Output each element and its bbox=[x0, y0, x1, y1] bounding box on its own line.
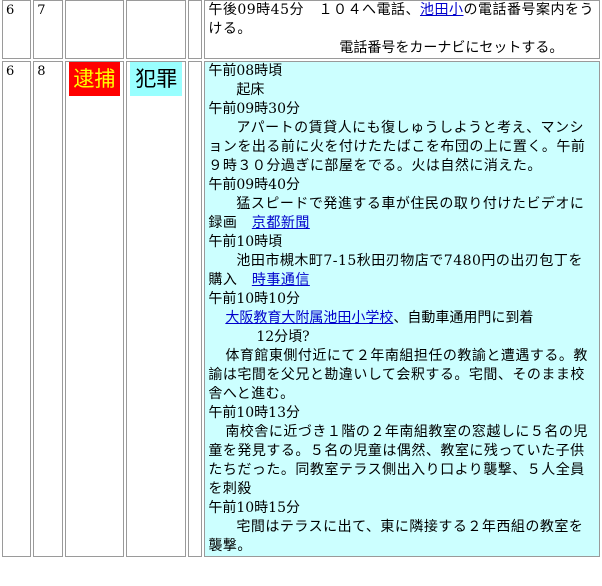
time-label: 午前10時15分 bbox=[208, 500, 300, 516]
crime-tag: 犯罪 bbox=[130, 62, 183, 96]
event-text-body: 、自動車通用門に到着 bbox=[393, 310, 534, 326]
arrest-tag: 逮捕 bbox=[68, 62, 121, 96]
entry-line: 電話番号をカーナビにセットする。 bbox=[339, 40, 564, 56]
event-text: 猛スピードで発進する車が住民の取り付けたビデオに録画 京都新聞 bbox=[208, 195, 596, 233]
cell-entry: 午前08時頃 起床 午前09時30分 アパートの賃貸人にも復しゅうしようと考え、… bbox=[204, 61, 600, 557]
cell-entry: 午後09時45分 １０４へ電話、池田小の電話番号案内をうける。 電話番号をカーナ… bbox=[204, 0, 600, 59]
timeline-table: 6 7 午後09時45分 １０４へ電話、池田小の電話番号案内をうける。 電話番号… bbox=[0, 0, 602, 559]
cell-month: 6 bbox=[2, 0, 32, 59]
cell-tag-empty bbox=[126, 0, 187, 59]
cell-blank bbox=[188, 0, 203, 59]
event-text: 起床 bbox=[236, 82, 265, 98]
source-link[interactable]: 時事通信 bbox=[252, 272, 310, 288]
event-text: 体育館東側付近にて２年南組担任の教諭と遭遇する。教諭は宅間を父兄と勘違いして会釈… bbox=[208, 348, 588, 402]
time-label: 午前10時頃 bbox=[208, 234, 283, 250]
event-subtime: 12分頃? bbox=[256, 329, 310, 345]
event-text: 宅間はテラスに出て、東に隣接する２年西組の教室を襲撃。 bbox=[208, 519, 584, 554]
entry-link[interactable]: 池田小 bbox=[420, 2, 464, 18]
cell-day: 8 bbox=[33, 61, 63, 557]
cell-month: 6 bbox=[2, 61, 32, 557]
source-link[interactable]: 京都新聞 bbox=[252, 215, 310, 231]
table-row: 6 7 午後09時45分 １０４へ電話、池田小の電話番号案内をうける。 電話番号… bbox=[2, 0, 600, 59]
time-label: 午前10時13分 bbox=[208, 405, 300, 421]
table-row: 6 8 逮捕 犯罪 午前08時頃 起床 午前09時30分 アパートの賃貸人にも復… bbox=[2, 61, 600, 557]
time-label: 午前10時10分 bbox=[208, 291, 300, 307]
school-link[interactable]: 大阪教育大附属池田小学校 bbox=[225, 310, 393, 326]
cell-day: 7 bbox=[33, 0, 63, 59]
entry-text: 午後09時45分 １０４へ電話、 bbox=[208, 2, 420, 18]
time-label: 午前09時40分 bbox=[208, 177, 300, 193]
event-text: 南校舎に近づき１階の２年南組教室の窓越しに５名の児童を発見する。５名の児童は偶然… bbox=[208, 424, 588, 497]
time-label: 午前08時頃 bbox=[208, 63, 283, 79]
cell-tag: 逮捕 bbox=[64, 61, 125, 557]
event-text: 大阪教育大附属池田小学校、自動車通用門に到着 bbox=[208, 309, 596, 328]
event-text: アパートの賃貸人にも復しゅうしようと考え、マンションを出る前に火を付けたたばこを… bbox=[208, 120, 586, 174]
cell-tag: 犯罪 bbox=[126, 61, 187, 557]
event-text: 池田市槻木町7-15秋田刃物店で7480円の出刃包丁を購入 時事通信 bbox=[208, 252, 596, 290]
entry-line: 午後09時45分 １０４へ電話、池田小の電話番号案内をうける。 bbox=[208, 1, 596, 39]
time-label: 午前09時30分 bbox=[208, 101, 300, 117]
cell-tag-empty bbox=[64, 0, 125, 59]
cell-blank bbox=[188, 61, 203, 557]
